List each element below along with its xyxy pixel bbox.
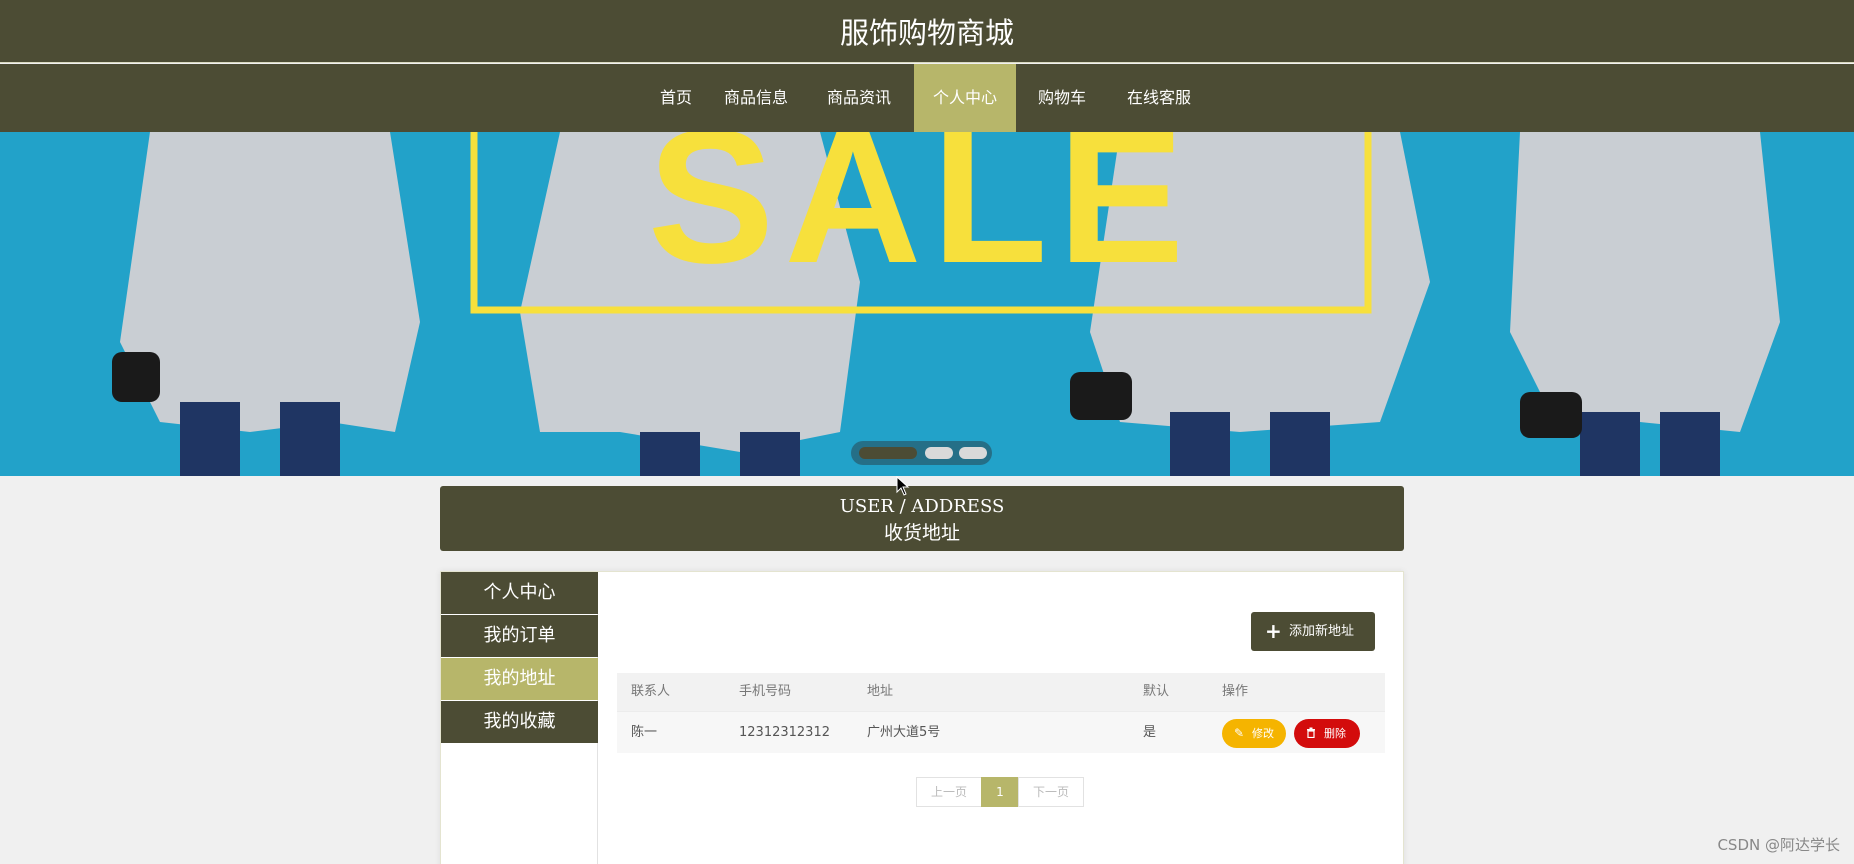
site-title: 服饰购物商城 [839,16,1014,50]
user-sidebar: 个人中心 我的订单 我的地址 我的收藏 [441,572,598,864]
next-page-button[interactable]: 下一页 [1018,777,1084,807]
mouse-cursor-icon [896,476,910,496]
sidebar-item-user-center[interactable]: 个人中心 [441,572,598,614]
col-operation: 操作 [1222,684,1249,699]
section-header: USER / ADDRESS 收货地址 [440,486,1404,551]
nav-home[interactable]: 首页 [646,64,706,132]
section-title-en: USER / ADDRESS [839,496,1005,517]
col-default: 默认 [1143,684,1170,699]
cell-contact: 陈一 [631,725,658,740]
prev-page-button[interactable]: 上一页 [916,777,982,807]
delete-button[interactable]: 删除 [1294,719,1360,748]
plus-icon: + [1265,619,1282,643]
delete-label: 删除 [1324,727,1346,740]
sidebar-item-my-orders[interactable]: 我的订单 [441,615,598,657]
edit-label: 修改 [1252,727,1274,740]
col-contact: 联系人 [631,684,671,699]
nav-product-info[interactable]: 商品信息 [716,64,796,132]
edit-button[interactable]: ✎ 修改 [1222,719,1286,748]
site-header: 服饰购物商城 [0,0,1854,63]
cell-default: 是 [1143,725,1157,740]
banner-image: SALE [0,132,1854,476]
banner-carousel[interactable]: SALE [0,132,1854,476]
table-header: 联系人 手机号码 地址 默认 操作 [617,673,1385,711]
page-1-button[interactable]: 1 [981,777,1019,807]
section-title-cn: 收货地址 [883,522,960,544]
col-phone: 手机号码 [739,684,792,699]
nav-user-center[interactable]: 个人中心 [914,64,1016,132]
col-address: 地址 [867,684,894,699]
nav-cart[interactable]: 购物车 [1030,64,1094,132]
add-address-label: 添加新地址 [1289,624,1355,639]
carousel-dot-2[interactable] [925,447,953,459]
carousel-dot-3[interactable] [959,447,987,459]
nav-product-news[interactable]: 商品资讯 [818,64,900,132]
main-nav: 首页 商品信息 商品资讯 个人中心 购物车 在线客服 [0,64,1854,132]
cell-address: 广州大道5号 [867,725,941,740]
carousel-dot-1[interactable] [859,447,917,459]
add-address-button[interactable]: + 添加新地址 [1251,612,1375,651]
sidebar-item-my-favorites[interactable]: 我的收藏 [441,701,598,743]
carousel-indicators [851,441,992,465]
address-panel: 个人中心 我的订单 我的地址 我的收藏 + 添加新地址 联系人 手机号码 地址 … [440,571,1404,864]
sidebar-item-my-address[interactable]: 我的地址 [441,658,598,700]
banner-sale-text: SALE [648,132,1195,303]
pencil-icon: ✎ [1234,726,1245,740]
nav-online-service[interactable]: 在线客服 [1116,64,1202,132]
cell-phone: 12312312312 [739,725,830,740]
watermark: CSDN @阿达学长 [1717,836,1840,854]
trash-icon [1306,719,1316,748]
